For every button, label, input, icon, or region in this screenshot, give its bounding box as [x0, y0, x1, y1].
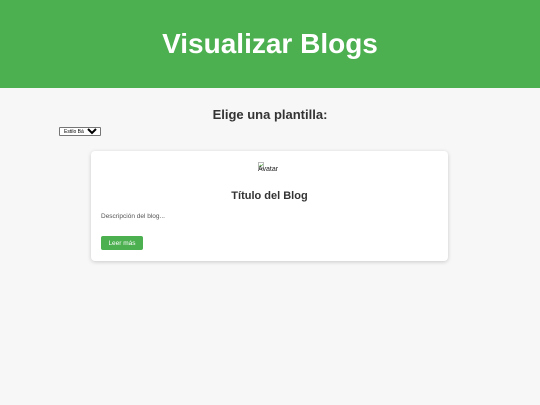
avatar: Avatar — [258, 162, 282, 176]
blog-description: Descripción del blog... — [101, 213, 165, 220]
template-prompt: Elige una plantilla: — [212, 107, 328, 122]
page-header: Visualizar Blogs — [0, 0, 540, 88]
read-more-button[interactable]: Leer más — [101, 236, 143, 250]
page-title: Visualizar Blogs — [162, 28, 378, 59]
template-select[interactable]: Estilo Básico — [59, 127, 101, 136]
blog-title: Título del Blog — [231, 190, 308, 202]
blog-card: Avatar Título del Blog Descripción del b… — [91, 151, 448, 261]
avatar-alt-text: Avatar — [258, 166, 279, 173]
